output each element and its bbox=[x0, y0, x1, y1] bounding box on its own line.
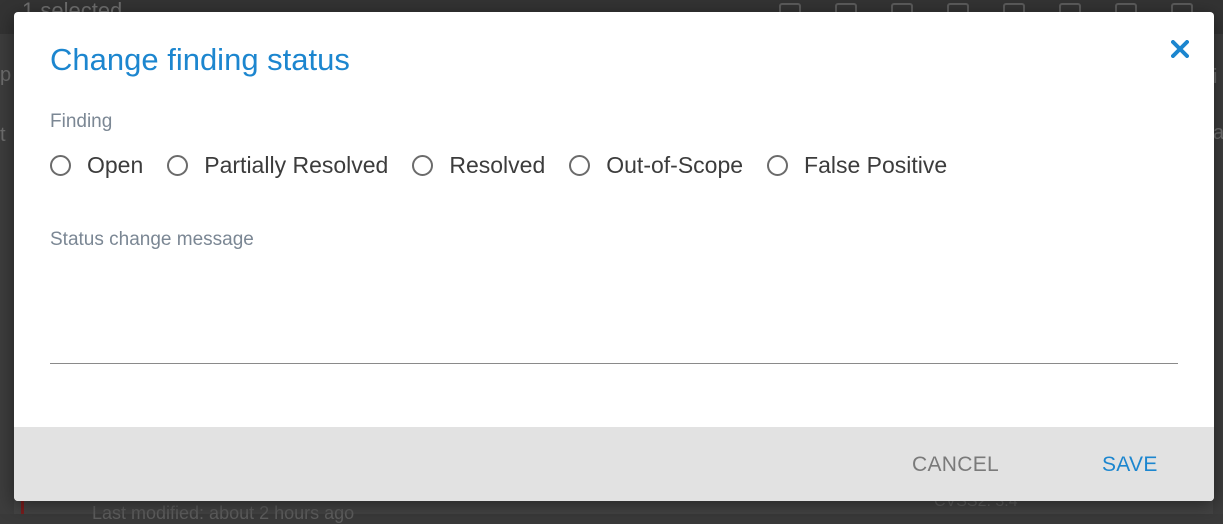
status-option-open[interactable]: Open bbox=[50, 152, 143, 179]
radio-label: Resolved bbox=[449, 152, 546, 178]
status-option-partially-resolved[interactable]: Partially Resolved bbox=[167, 152, 388, 179]
radio-button[interactable] bbox=[50, 155, 71, 176]
radio-button[interactable] bbox=[569, 155, 591, 176]
finding-status-radio-group: Open Partially Resolved Resolved Out-of-… bbox=[50, 152, 971, 179]
dialog-title: Change finding status bbox=[50, 42, 350, 77]
radio-button[interactable] bbox=[167, 155, 189, 176]
status-message-input[interactable] bbox=[50, 260, 1178, 364]
status-option-false-positive[interactable]: False Positive bbox=[767, 152, 947, 179]
right-edge-text: a bbox=[1213, 122, 1223, 144]
cancel-button[interactable]: CANCEL bbox=[912, 453, 999, 477]
left-edge-text: p bbox=[0, 64, 12, 86]
radio-label: False Positive bbox=[804, 152, 948, 178]
change-status-dialog: Change finding status Finding Open Parti… bbox=[14, 12, 1214, 501]
close-button[interactable] bbox=[1167, 36, 1193, 62]
background-left-panel: p t bbox=[0, 34, 14, 514]
close-icon bbox=[1171, 40, 1189, 58]
status-option-resolved[interactable]: Resolved bbox=[412, 152, 545, 179]
radio-label: Out-of-Scope bbox=[606, 152, 744, 178]
background-right-panel: i a bbox=[1213, 34, 1223, 514]
radio-button[interactable] bbox=[412, 155, 434, 176]
left-edge-text: t bbox=[0, 124, 6, 146]
save-button[interactable]: SAVE bbox=[1102, 453, 1158, 477]
finding-label: Finding bbox=[50, 111, 113, 132]
status-option-out-of-scope[interactable]: Out-of-Scope bbox=[569, 152, 743, 179]
radio-label: Open bbox=[87, 152, 144, 178]
radio-button[interactable] bbox=[767, 155, 789, 176]
severity-stripe bbox=[21, 500, 24, 514]
status-message-label: Status change message bbox=[50, 229, 254, 250]
dialog-footer: CANCEL SAVE bbox=[14, 427, 1214, 501]
radio-label: Partially Resolved bbox=[204, 152, 389, 178]
